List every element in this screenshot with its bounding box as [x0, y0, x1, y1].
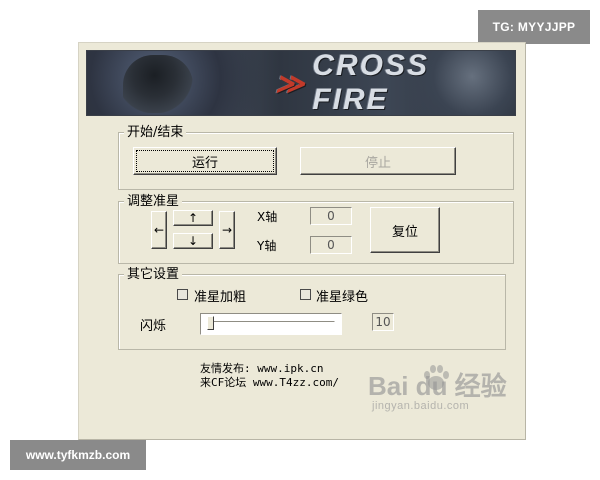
- left-arrow-icon: ←: [153, 223, 165, 237]
- down-arrow-icon: ↓: [187, 234, 199, 248]
- up-arrow-icon: ↑: [187, 211, 199, 225]
- soldier-image: [123, 55, 193, 113]
- watermark-tg: TG: MYYJJPP: [478, 10, 590, 44]
- y-axis-value[interactable]: 0: [310, 236, 352, 254]
- move-right-button[interactable]: →: [219, 211, 235, 249]
- y-axis-label: Y轴: [257, 239, 277, 253]
- bold-crosshair-label: 准星加粗: [194, 290, 247, 305]
- x-axis-label: X轴: [257, 210, 278, 224]
- credit-line-2: 来CF论坛 www.T4zz.com/: [200, 376, 339, 389]
- run-button[interactable]: 运行: [133, 147, 277, 175]
- credit-line-1: 友情发布: www.ipk.cn: [200, 362, 324, 375]
- baidu-brand: Bai du 经验: [368, 371, 507, 401]
- logo-text: CROSS FIRE: [312, 50, 429, 116]
- other-settings-group-label: 其它设置: [124, 268, 183, 282]
- watermark-url: www.tyfkmzb.com: [10, 440, 146, 470]
- move-left-button[interactable]: ←: [151, 211, 167, 249]
- crosshair-group-label: 调整准星: [124, 195, 183, 209]
- right-arrow-icon: →: [221, 223, 233, 237]
- other-settings-group: [118, 274, 506, 350]
- start-stop-group-label: 开始/结束: [124, 126, 187, 140]
- crossfire-banner: ≫ CROSS FIRE: [86, 50, 516, 116]
- stop-button[interactable]: 停止: [300, 147, 456, 175]
- move-up-button[interactable]: ↑: [173, 210, 213, 226]
- cf-logo-icon: ≫: [275, 67, 307, 99]
- flash-value: 10: [372, 313, 394, 331]
- flash-slider[interactable]: [200, 313, 342, 335]
- baidu-url: jingyan.baidu.com: [372, 400, 470, 412]
- bold-crosshair-checkbox[interactable]: [177, 289, 188, 300]
- flash-slider-groove: [209, 321, 335, 327]
- x-axis-value[interactable]: 0: [310, 207, 352, 225]
- green-crosshair-label: 准星绿色: [316, 290, 369, 305]
- crossfire-logo: ≫ CROSS FIRE: [275, 51, 505, 115]
- move-down-button[interactable]: ↓: [173, 233, 213, 249]
- flash-slider-thumb[interactable]: [207, 316, 214, 330]
- flash-label: 闪烁: [140, 319, 167, 334]
- baidu-watermark: Bai du 经验 jingyan.baidu.com: [368, 358, 518, 418]
- reset-button[interactable]: 复位: [370, 207, 440, 253]
- green-crosshair-checkbox[interactable]: [300, 289, 311, 300]
